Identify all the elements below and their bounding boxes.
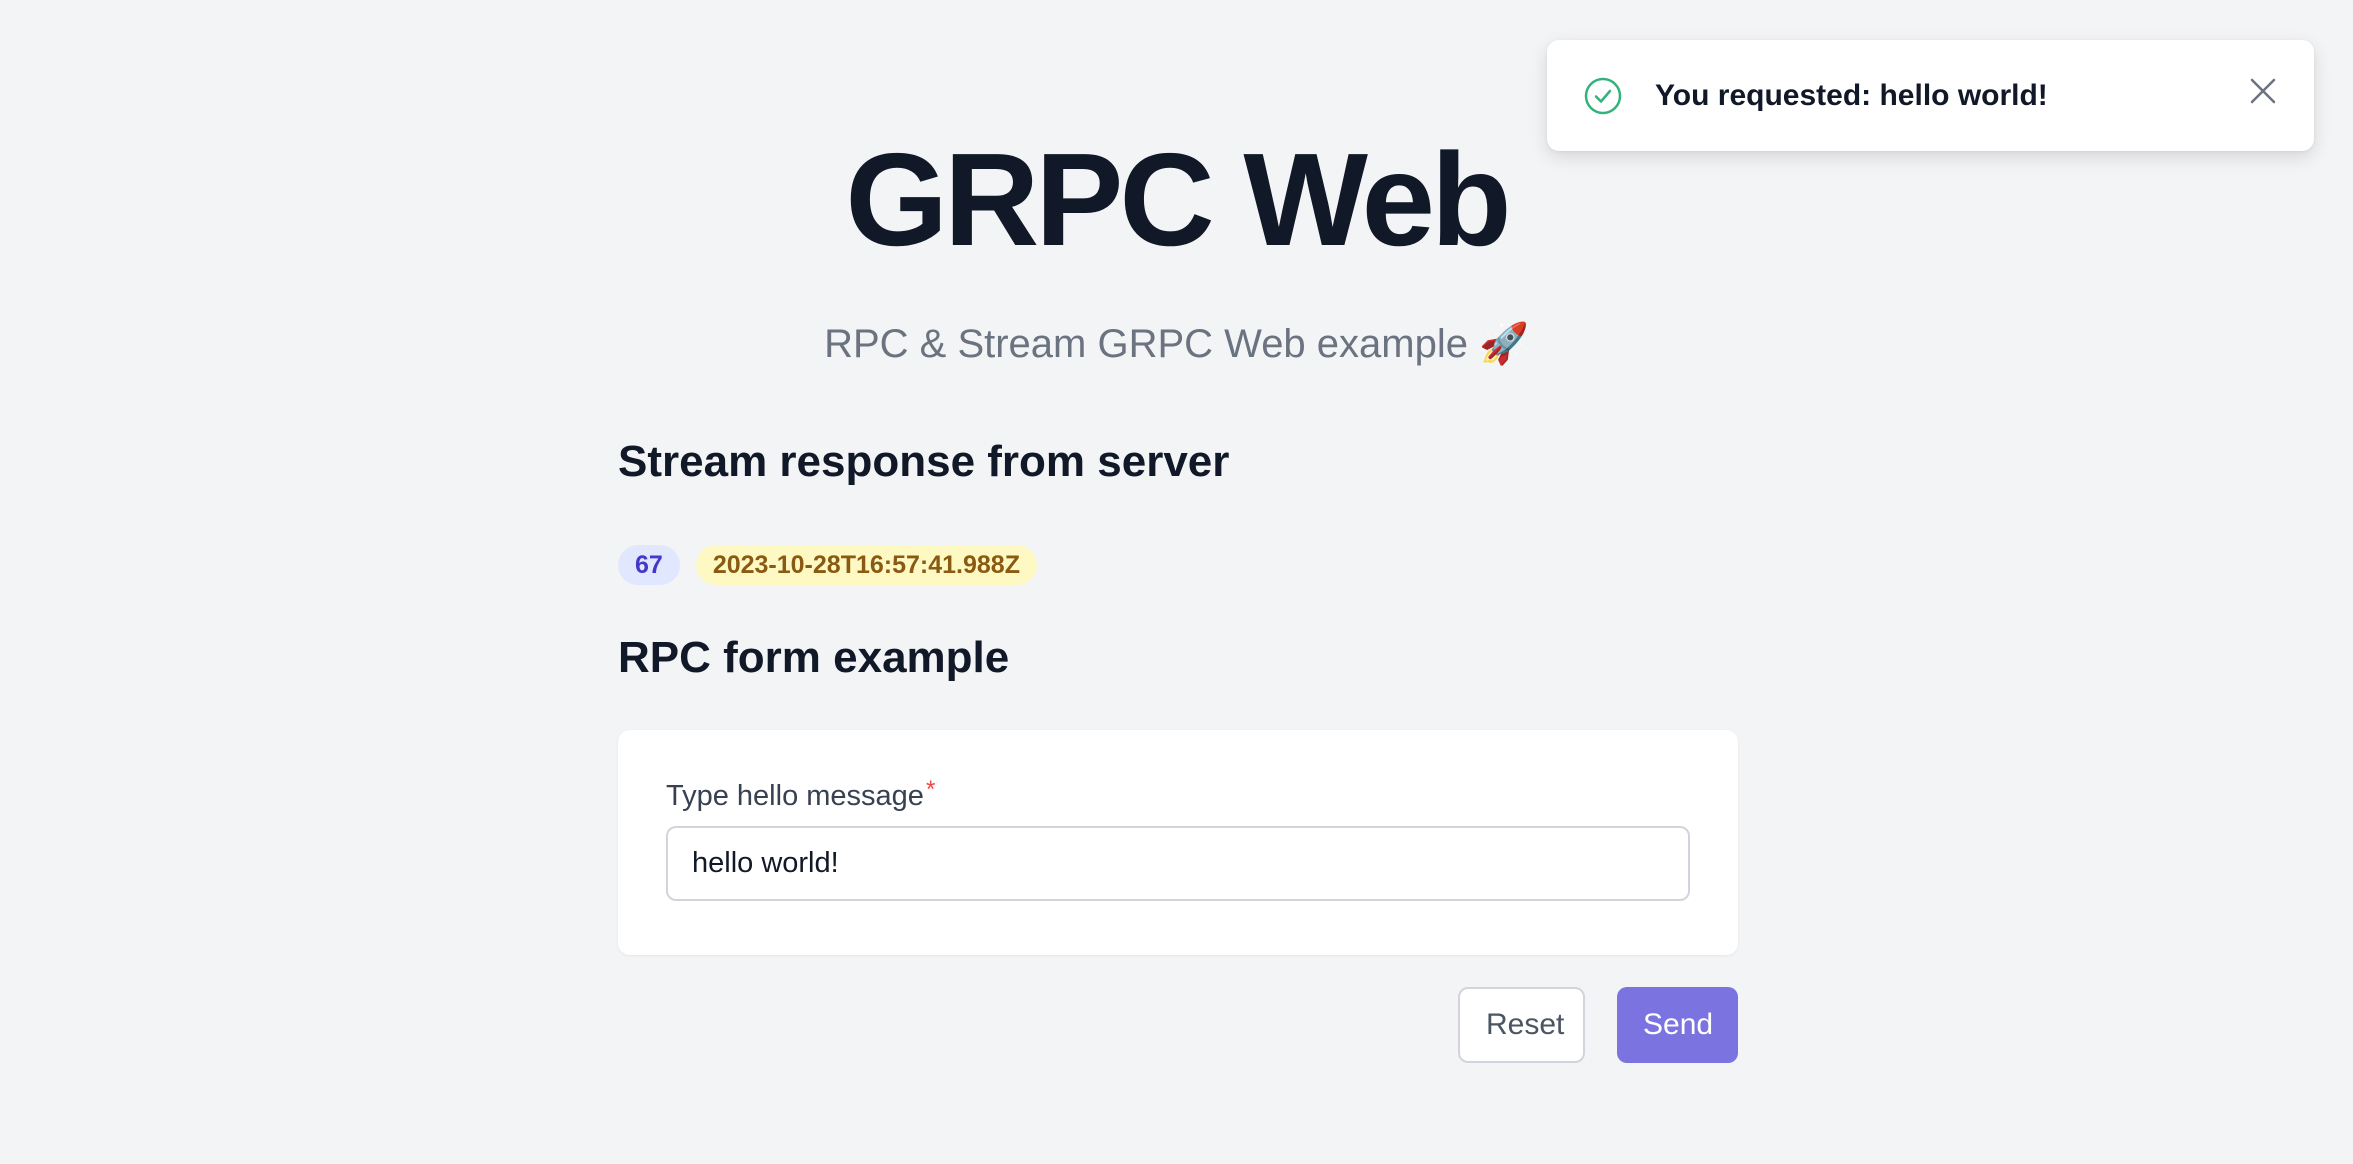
hello-message-label: Type hello message* xyxy=(666,776,1690,814)
page-header: GRPC Web RPC & Stream GRPC Web example 🚀 xyxy=(0,120,2353,368)
main-content: Stream response from server 67 2023-10-2… xyxy=(618,428,1738,1063)
form-actions: Reset Send xyxy=(618,987,1738,1063)
page-subtitle: RPC & Stream GRPC Web example 🚀 xyxy=(824,322,1529,366)
close-icon[interactable] xyxy=(2248,76,2278,106)
rpc-form-card: Type hello message* xyxy=(618,730,1738,955)
send-button[interactable]: Send xyxy=(1617,987,1738,1063)
page-title: GRPC Web xyxy=(845,126,1511,273)
stream-count-badge: 67 xyxy=(618,545,680,585)
reset-button[interactable]: Reset xyxy=(1458,987,1585,1063)
hello-message-label-text: Type hello message xyxy=(666,780,924,812)
stream-timestamp-badge: 2023-10-28T16:57:41.988Z xyxy=(695,545,1037,585)
check-circle-icon xyxy=(1583,76,1623,116)
hello-message-input[interactable] xyxy=(666,826,1690,901)
required-indicator: * xyxy=(925,776,936,803)
stream-section-title: Stream response from server xyxy=(618,437,1230,486)
toast-message: You requested: hello world! xyxy=(1655,78,2048,112)
stream-response: 67 2023-10-28T16:57:41.988Z xyxy=(618,544,1738,586)
rpc-section-title: RPC form example xyxy=(618,633,1010,682)
